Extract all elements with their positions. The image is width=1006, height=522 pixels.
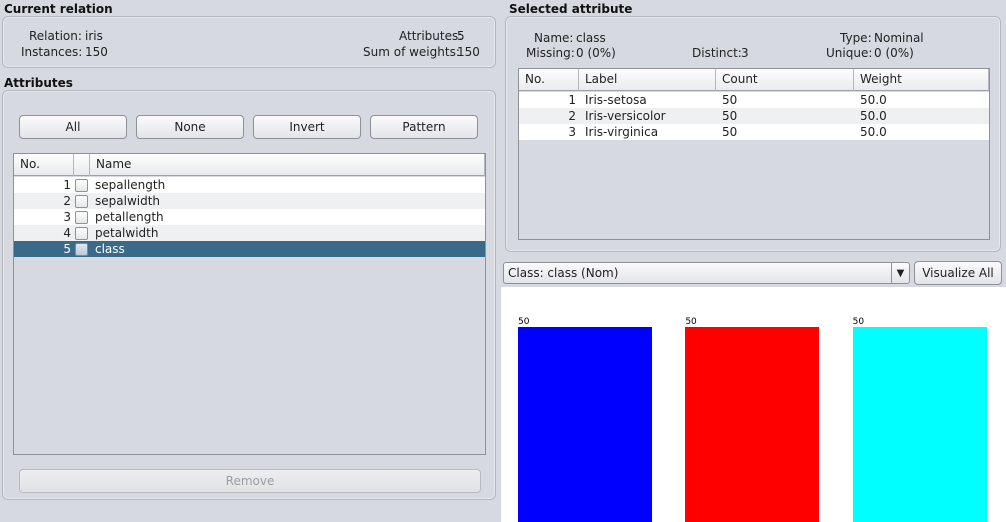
stats-weight: 50.0 xyxy=(860,109,887,123)
chart-bar-label: 50 xyxy=(852,317,865,327)
stats-count: 50 xyxy=(722,109,738,123)
attribute-row[interactable]: 2 sepalwidth xyxy=(14,193,485,209)
attribute-row[interactable]: 1 sepallength xyxy=(14,177,485,193)
attribute-no: 4 xyxy=(63,226,71,240)
attr-type-value: Nominal xyxy=(874,31,924,45)
attribute-checkbox[interactable] xyxy=(75,211,88,224)
current-relation-panel: Relation: iris Instances: 150 Attributes… xyxy=(2,16,496,68)
attribute-row-selected[interactable]: 5 class xyxy=(14,241,485,257)
selected-attribute-panel: Name: class Missing: 0 (0%) Distinct: 3 … xyxy=(505,16,1001,252)
attributes-table-header: No. Name xyxy=(14,154,485,176)
attribute-name: sepalwidth xyxy=(95,194,161,208)
remove-button[interactable]: Remove xyxy=(19,469,481,493)
attr-unique-value: 0 (0%) xyxy=(874,46,914,60)
relation-value: iris xyxy=(85,29,103,43)
chart-bar-label: 50 xyxy=(685,317,697,327)
stats-no: 1 xyxy=(568,93,576,107)
instances-value: 150 xyxy=(85,45,108,59)
attr-type-label: Type: xyxy=(840,31,872,45)
attribute-name: sepallength xyxy=(95,178,166,192)
col-header-no[interactable]: No. xyxy=(519,69,579,91)
attribute-checkbox[interactable] xyxy=(75,179,88,192)
col-header-label[interactable]: Label xyxy=(579,69,716,91)
current-relation-title: Current relation xyxy=(4,2,113,16)
attribute-name: petalwidth xyxy=(95,226,159,240)
stats-row[interactable]: 1 Iris-setosa 50 50.0 xyxy=(519,92,989,108)
col-header-check[interactable] xyxy=(74,154,90,176)
attr-distinct-label: Distinct: xyxy=(692,46,742,60)
attribute-row[interactable]: 3 petallength xyxy=(14,209,485,225)
stats-count: 50 xyxy=(722,125,738,139)
attribute-stats-table: No. Label Count Weight 1 Iris-setosa 50 … xyxy=(518,68,990,240)
attr-missing-label: Missing: xyxy=(526,46,575,60)
chart-bar-iris-setosa xyxy=(518,327,652,522)
attributes-table: No. Name 1 sepallength 2 sepalwidth 3 pe… xyxy=(13,153,486,455)
col-header-count[interactable]: Count xyxy=(716,69,854,91)
stats-label: Iris-setosa xyxy=(585,93,647,107)
sum-weights-value: 150 xyxy=(457,45,480,59)
stats-label: Iris-virginica xyxy=(585,125,659,139)
attributes-count-value: 5 xyxy=(457,29,465,43)
attr-distinct-value: 3 xyxy=(741,46,749,60)
class-selector-value: Class: class (Nom) xyxy=(508,266,619,280)
class-histogram-chart: 50 50 50 xyxy=(501,287,1006,522)
attribute-no: 1 xyxy=(63,178,71,192)
attr-unique-label: Unique: xyxy=(826,46,873,60)
attribute-name: class xyxy=(95,242,125,256)
attribute-checkbox[interactable] xyxy=(75,243,88,256)
chart-bar-iris-versicolor xyxy=(685,327,820,522)
attr-name-label: Name: xyxy=(534,31,574,45)
attr-name-value: class xyxy=(576,31,606,45)
visualize-all-button[interactable]: Visualize All xyxy=(914,261,1002,285)
attribute-row[interactable]: 4 petalwidth xyxy=(14,225,485,241)
chevron-down-icon[interactable]: ▼ xyxy=(891,263,909,283)
stats-label: Iris-versicolor xyxy=(585,109,666,123)
attributes-panel: All None Invert Pattern No. Name 1 sepal… xyxy=(2,90,496,500)
chart-bar-iris-virginica xyxy=(852,327,987,522)
stats-no: 3 xyxy=(568,125,576,139)
stats-row[interactable]: 3 Iris-virginica 50 50.0 xyxy=(519,124,989,140)
relation-label: Relation: xyxy=(29,29,82,43)
stats-count: 50 xyxy=(722,93,738,107)
stats-row[interactable]: 2 Iris-versicolor 50 50.0 xyxy=(519,108,989,124)
sum-weights-label: Sum of weights: xyxy=(363,45,460,59)
select-none-button[interactable]: None xyxy=(136,115,244,139)
attribute-checkbox[interactable] xyxy=(75,227,88,240)
select-all-button[interactable]: All xyxy=(19,115,127,139)
stats-table-header: No. Label Count Weight xyxy=(519,69,989,91)
stats-no: 2 xyxy=(568,109,576,123)
class-selector-dropdown[interactable]: Class: class (Nom) ▼ xyxy=(503,262,910,284)
attribute-name: petallength xyxy=(95,210,164,224)
stats-weight: 50.0 xyxy=(860,93,887,107)
instances-label: Instances: xyxy=(21,45,83,59)
attributes-title: Attributes xyxy=(4,76,73,90)
attribute-checkbox[interactable] xyxy=(75,195,88,208)
attributes-count-label: Attributes: xyxy=(399,29,463,43)
attribute-no: 5 xyxy=(63,242,71,256)
selected-attribute-title: Selected attribute xyxy=(509,2,633,16)
col-header-weight[interactable]: Weight xyxy=(854,69,989,91)
pattern-button[interactable]: Pattern xyxy=(370,115,478,139)
stats-weight: 50.0 xyxy=(860,125,887,139)
col-header-name[interactable]: Name xyxy=(90,154,485,176)
attribute-no: 3 xyxy=(63,210,71,224)
col-header-no[interactable]: No. xyxy=(14,154,74,176)
invert-button[interactable]: Invert xyxy=(253,115,361,139)
attr-missing-value: 0 (0%) xyxy=(576,46,616,60)
attribute-no: 2 xyxy=(63,194,71,208)
chart-bar-label: 50 xyxy=(518,317,530,327)
